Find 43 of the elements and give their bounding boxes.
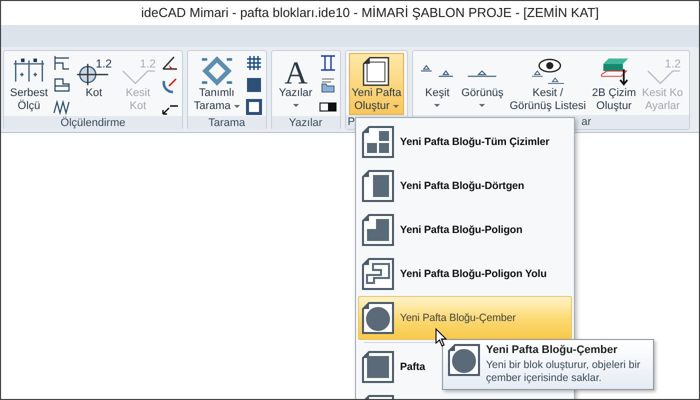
ribbon-button[interactable]: 2B Çizim Oluştur (589, 53, 640, 115)
sheet-grid-icon (362, 126, 394, 158)
ribbon-button[interactable]: Keşit (416, 53, 458, 115)
tooltip-title: Yeni Pafta Bloğu-Çember (486, 344, 618, 356)
grid-icon[interactable] (244, 54, 263, 72)
ribbon-button[interactable]: A Yazılar (274, 53, 317, 115)
ribbon-button[interactable]: Görünüş (458, 53, 507, 115)
ribbon-button[interactable]: Yeni Pafta Oluştur (348, 53, 404, 115)
group-label: Yazılar (272, 116, 340, 130)
box-projection-icon (601, 58, 628, 86)
group-label: Ölçülendirme (4, 116, 182, 130)
sheet-block-icon (362, 351, 394, 383)
sheet-outline-icon (362, 258, 394, 290)
section-marks-icon (420, 64, 454, 77)
menu-item[interactable]: Yeni Pafta Bloğu-Poligon Yolu (358, 252, 572, 296)
dimension-points-icon (13, 58, 45, 82)
sheet-rectangle-icon (362, 170, 394, 202)
square-icon[interactable] (244, 98, 263, 116)
dimension-b-icon[interactable] (52, 76, 71, 94)
tooltip-description: Yeni bir blok oluşturur, objeleri bir çember içerisinde saklar. (486, 359, 642, 385)
ribbon-button[interactable]: Kesit / Görünüş Listesi (506, 53, 589, 115)
window-title: ideCAD Mimari - pafta blokları.ide10 - MİMARİ ŞABLON PROJE - [ZEMİN KAT] (140, 4, 600, 22)
ribbon-button[interactable]: Serbest Ölçü (7, 53, 51, 115)
menu-item[interactable]: Yeni Pafta Bloğu-Poligon (358, 208, 572, 252)
text-icon: A (284, 55, 308, 87)
dimension-c-icon[interactable] (52, 98, 71, 116)
parallel-icon[interactable] (318, 54, 337, 72)
mouse-pointer-icon (435, 328, 447, 347)
checker-icon[interactable] (244, 76, 263, 94)
view-mark-icon (468, 70, 498, 77)
ribbon-button[interactable]: 1.2 Kot (72, 53, 115, 115)
dimension-a-icon[interactable] (52, 54, 71, 72)
menu-item[interactable]: Yeni Pafta Bloğu-Çember (358, 296, 572, 340)
hatch-diamond-icon (200, 56, 234, 86)
eye-icon (531, 58, 564, 84)
ribbon-button[interactable]: Tanımlı Tarama (190, 53, 243, 115)
sheet-polygon-icon (362, 214, 394, 246)
folder-icon[interactable] (318, 76, 337, 94)
group-label: Tarama (188, 116, 266, 130)
radius-icon[interactable] (160, 76, 179, 94)
angle-icon[interactable] (160, 54, 179, 72)
sheet-icon (363, 57, 390, 86)
menu-item[interactable]: Yeni Pafta Bloğu-Dörtgen (358, 164, 572, 208)
